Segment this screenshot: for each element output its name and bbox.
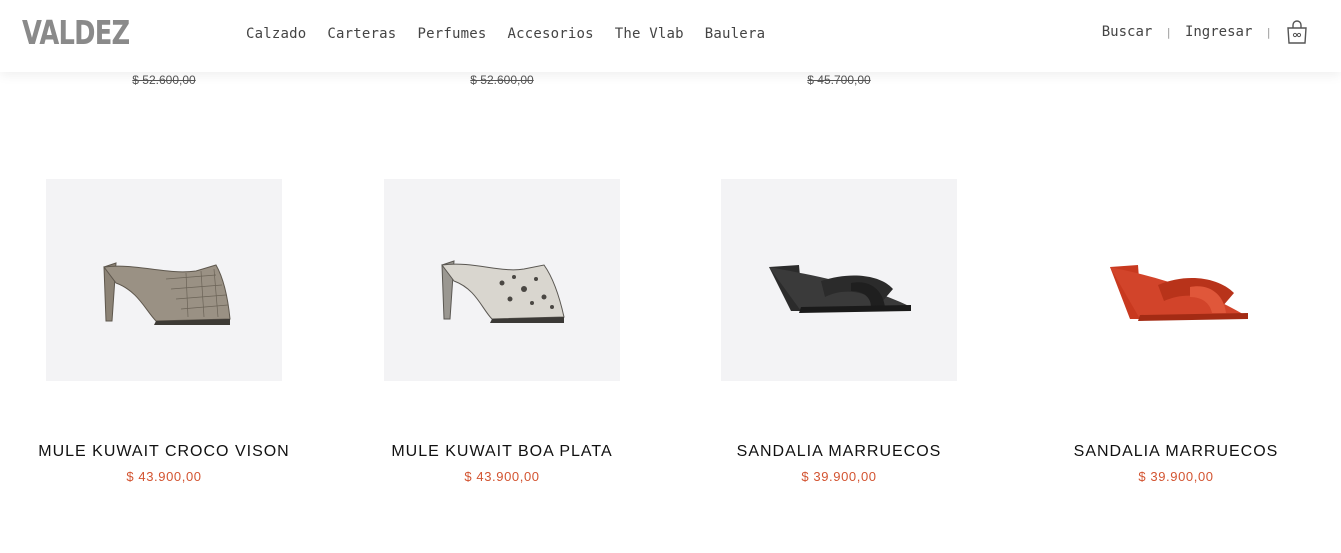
product-image[interactable] bbox=[384, 179, 620, 381]
search-link[interactable]: Buscar bbox=[1102, 24, 1153, 40]
product-price: $ 43.900,00 bbox=[464, 469, 540, 484]
separator: | bbox=[1165, 25, 1172, 39]
separator: | bbox=[1265, 25, 1272, 39]
nav-item-accesorios[interactable]: Accesorios bbox=[507, 26, 593, 42]
shopping-bag-icon[interactable] bbox=[1285, 19, 1309, 45]
product-name[interactable]: SANDALIA MARRUECOS bbox=[681, 443, 997, 461]
account-area: Buscar | Ingresar | bbox=[1102, 19, 1309, 45]
nav-item-perfumes[interactable]: Perfumes bbox=[417, 26, 486, 42]
nav-item-baulera[interactable]: Baulera bbox=[705, 26, 765, 42]
product-card[interactable]: MULE KUWAIT BOA PLATA $ 43.900,00 bbox=[384, 179, 620, 484]
product-price: $ 39.900,00 bbox=[801, 469, 877, 484]
product-image[interactable] bbox=[46, 179, 282, 381]
nav-item-calzado[interactable]: Calzado bbox=[246, 26, 306, 42]
product-card[interactable]: SANDALIA MARRUECOS $ 39.900,00 bbox=[721, 179, 957, 484]
nav-item-carteras[interactable]: Carteras bbox=[327, 26, 396, 42]
sandal-illustration bbox=[1110, 265, 1248, 321]
mule-shoe-illustration bbox=[441, 260, 565, 323]
product-image[interactable] bbox=[721, 179, 957, 381]
site-header: VALDEZ Calzado Carteras Perfumes Accesor… bbox=[0, 0, 1341, 72]
main-nav: Calzado Carteras Perfumes Accesorios The… bbox=[246, 26, 786, 42]
old-price: $ 52.600,00 bbox=[132, 73, 196, 87]
product-name[interactable]: MULE KUWAIT BOA PLATA bbox=[344, 443, 660, 461]
product-card[interactable]: SANDALIA MARRUECOS $ 39.900,00 bbox=[1058, 179, 1294, 484]
old-price: $ 45.700,00 bbox=[807, 73, 871, 87]
product-image[interactable] bbox=[1058, 179, 1294, 381]
product-name[interactable]: MULE KUWAIT CROCO VISON bbox=[6, 443, 322, 461]
nav-item-the-vlab[interactable]: The Vlab bbox=[615, 26, 684, 42]
login-link[interactable]: Ingresar bbox=[1185, 24, 1252, 40]
sandal-illustration bbox=[769, 265, 911, 313]
product-card[interactable]: MULE KUWAIT CROCO VISON $ 43.900,00 bbox=[38, 179, 289, 484]
product-name[interactable]: SANDALIA MARRUECOS bbox=[1018, 443, 1334, 461]
mule-shoe-illustration bbox=[103, 262, 231, 325]
product-price: $ 39.900,00 bbox=[1138, 469, 1214, 484]
old-price: $ 52.600,00 bbox=[470, 73, 534, 87]
brand-logo[interactable]: VALDEZ bbox=[22, 13, 130, 52]
product-price: $ 43.900,00 bbox=[126, 469, 202, 484]
